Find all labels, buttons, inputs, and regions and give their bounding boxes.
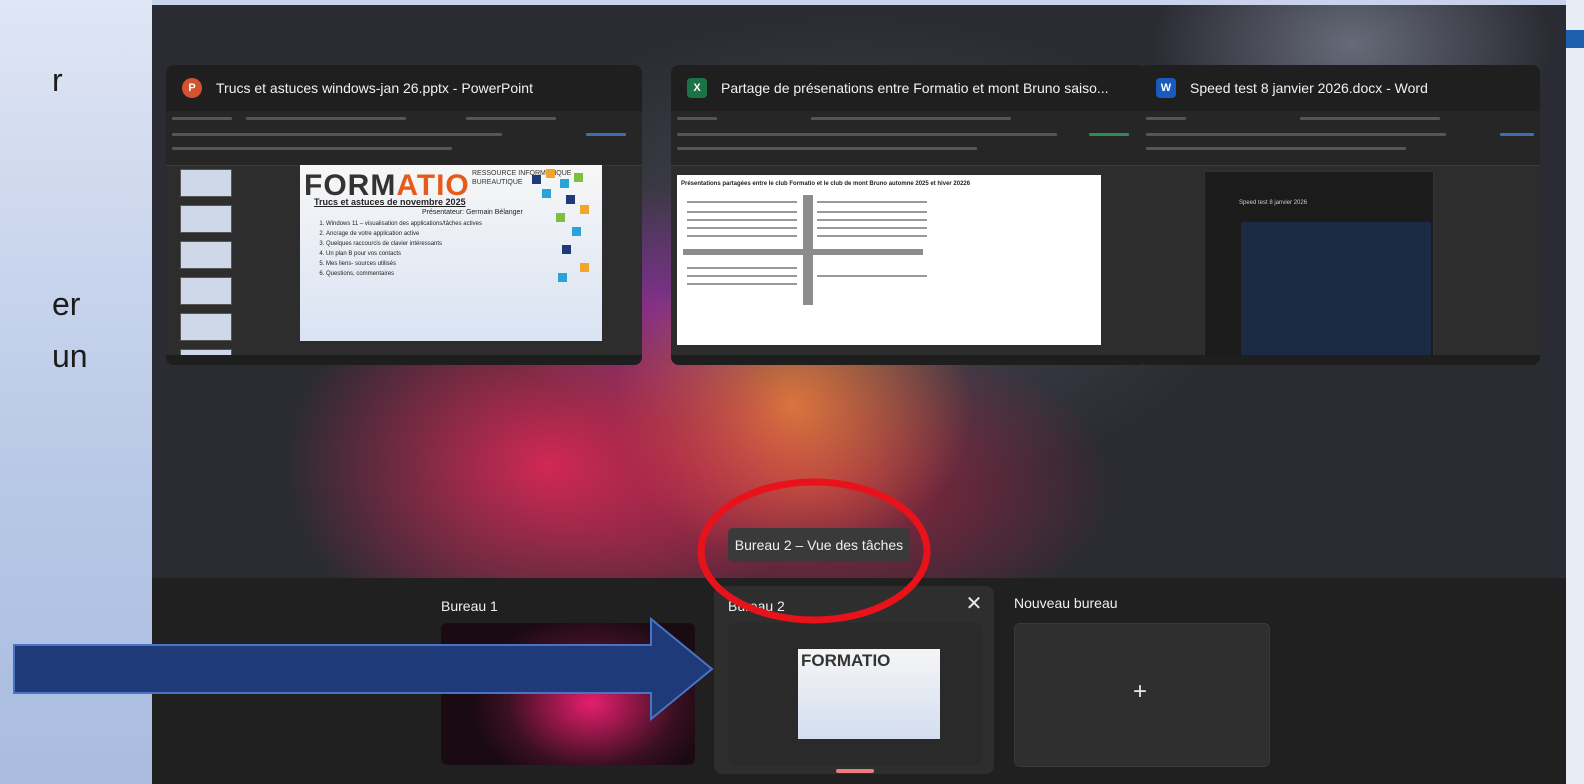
- pointer-arrow: [13, 616, 714, 722]
- highlight-circle: [697, 478, 931, 624]
- annotation-overlay: [13, 478, 931, 722]
